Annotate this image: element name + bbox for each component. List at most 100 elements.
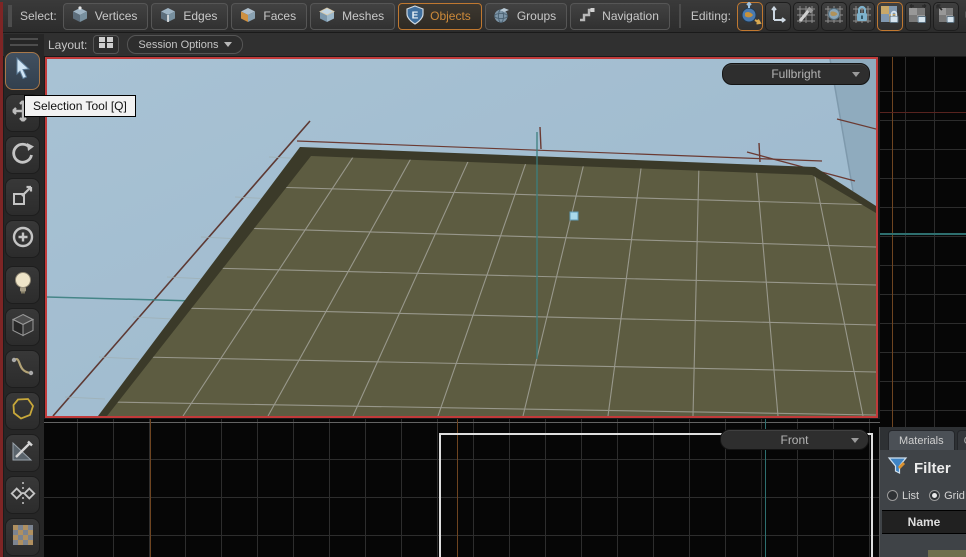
tab-materials[interactable]: Materials (888, 430, 955, 450)
entity-shield-icon: E (405, 5, 425, 28)
polygon-draw-icon (10, 396, 36, 427)
local-axis-icon (766, 2, 790, 31)
cube-faces-icon (238, 5, 258, 28)
tool-clip-button[interactable] (5, 434, 40, 472)
render-mode-value: Fullbright (771, 67, 820, 81)
tool-rotate-button[interactable] (5, 136, 40, 174)
cube-mesh-icon (317, 5, 337, 28)
viewport-3d[interactable]: Fullbright (45, 57, 878, 418)
chevron-down-icon (852, 72, 860, 77)
texture-move-lock-button[interactable] (905, 2, 931, 31)
tool-texture-button[interactable] (5, 518, 40, 556)
tool-selection-button[interactable] (5, 52, 40, 90)
grid-axis-line-teal (880, 233, 966, 235)
globe-group-icon (492, 5, 512, 28)
tab-label: Materials (899, 435, 944, 447)
filter-funnel-icon (887, 456, 908, 481)
world-grid-icon (822, 2, 846, 31)
grid-axis-line-orange (150, 419, 151, 557)
view-mode-dropdown[interactable]: Front (720, 429, 869, 450)
local-axis-button[interactable] (765, 2, 791, 31)
left-accent-stripe (0, 2, 3, 557)
select-faces-button[interactable]: Faces (231, 3, 307, 30)
grid-radio-option[interactable]: Grid (929, 490, 965, 502)
radio-label: List (902, 490, 919, 502)
tool-mirror-button[interactable] (5, 476, 40, 514)
button-label: Groups (517, 9, 556, 23)
viewport-front[interactable]: Front (43, 419, 880, 557)
radio-label: Grid (944, 490, 965, 502)
name-column-header[interactable]: Name (882, 510, 966, 534)
world-grid-button[interactable] (821, 2, 847, 31)
list-radio-option[interactable]: List (887, 490, 919, 502)
texture-lock-button[interactable] (877, 2, 903, 31)
mirror-vertex-icon (10, 480, 36, 511)
select-objects-button[interactable]: E Objects (398, 3, 482, 30)
button-label: Vertices (95, 9, 138, 23)
svg-text:E: E (412, 10, 419, 21)
viewport-side[interactable] (880, 57, 966, 427)
tool-brush-button[interactable] (5, 308, 40, 346)
select-edges-button[interactable]: Edges (151, 3, 228, 30)
tab-next-partial[interactable]: C (957, 430, 966, 450)
tool-extrude-button[interactable] (5, 220, 40, 258)
session-options-button[interactable]: Session Options (127, 35, 243, 54)
lock-grid-icon (850, 2, 874, 31)
scale-tool-icon (10, 182, 36, 213)
tooltip-text: Selection Tool [Q] (33, 99, 127, 113)
render-mode-dropdown[interactable]: Fullbright (722, 63, 870, 85)
button-label: Navigation (602, 9, 659, 23)
button-label: Objects (430, 9, 471, 23)
selection-arrow-icon (11, 56, 35, 87)
select-vertices-button[interactable]: Vertices (63, 3, 149, 30)
button-label: Faces (263, 9, 296, 23)
filter-header: Filter (880, 450, 966, 481)
view-mode-value: Front (780, 433, 808, 447)
nav-path-icon (577, 5, 597, 28)
button-label: Session Options (138, 39, 218, 51)
select-groups-button[interactable]: Groups (485, 3, 567, 30)
radio-icon[interactable] (887, 490, 898, 501)
entity-marker[interactable] (570, 212, 578, 220)
four-pane-icon (98, 36, 114, 54)
toolbar-grip[interactable] (8, 5, 12, 27)
radio-icon[interactable] (929, 490, 940, 501)
layout-grid-button[interactable] (93, 35, 119, 54)
world-move-button[interactable] (737, 2, 763, 31)
lock-grid-button[interactable] (849, 2, 875, 31)
material-thumbnail[interactable] (928, 550, 966, 557)
light-bulb-icon (11, 270, 35, 301)
texture-lock-icon (878, 2, 902, 31)
clip-knife-icon (10, 438, 36, 469)
world-move-icon (738, 2, 762, 31)
tool-polygon-button[interactable] (5, 392, 40, 430)
chevron-down-icon (851, 438, 859, 443)
select-navigation-button[interactable]: Navigation (570, 3, 670, 30)
layout-label: Layout: (48, 38, 87, 52)
extrude-plus-icon (10, 224, 36, 255)
panel-tab-bar: Materials C (880, 427, 966, 450)
texture-scale-lock-button[interactable] (933, 2, 959, 31)
cube-vertices-icon (70, 5, 90, 28)
tooltip: Selection Tool [Q] (24, 95, 136, 117)
select-meshes-button[interactable]: Meshes (310, 3, 395, 30)
materials-panel: Materials C Filter List Grid Name (879, 427, 966, 557)
texture-move-lock-icon (906, 2, 930, 31)
tool-light-button[interactable] (5, 266, 40, 304)
tool-scale-button[interactable] (5, 178, 40, 216)
sidebar-grip[interactable] (10, 38, 38, 46)
column-header-label: Name (908, 515, 941, 529)
select-label: Select: (20, 9, 57, 23)
scene-3d (47, 59, 876, 416)
rotate-tool-icon (10, 140, 36, 171)
eyedropper-grid-icon (794, 2, 818, 31)
toolbar-separator (679, 4, 681, 28)
editor-window: Select: Vertices Edges Faces Meshes E Ob… (0, 0, 966, 557)
editing-label: Editing: (691, 9, 731, 23)
tool-curve-button[interactable] (5, 350, 40, 388)
eyedropper-button[interactable] (793, 2, 819, 31)
chevron-down-icon (224, 42, 232, 47)
selection-outline[interactable] (439, 433, 873, 557)
view-mode-radios: List Grid (880, 481, 966, 502)
layout-toolbar: Layout: Session Options (0, 33, 966, 57)
